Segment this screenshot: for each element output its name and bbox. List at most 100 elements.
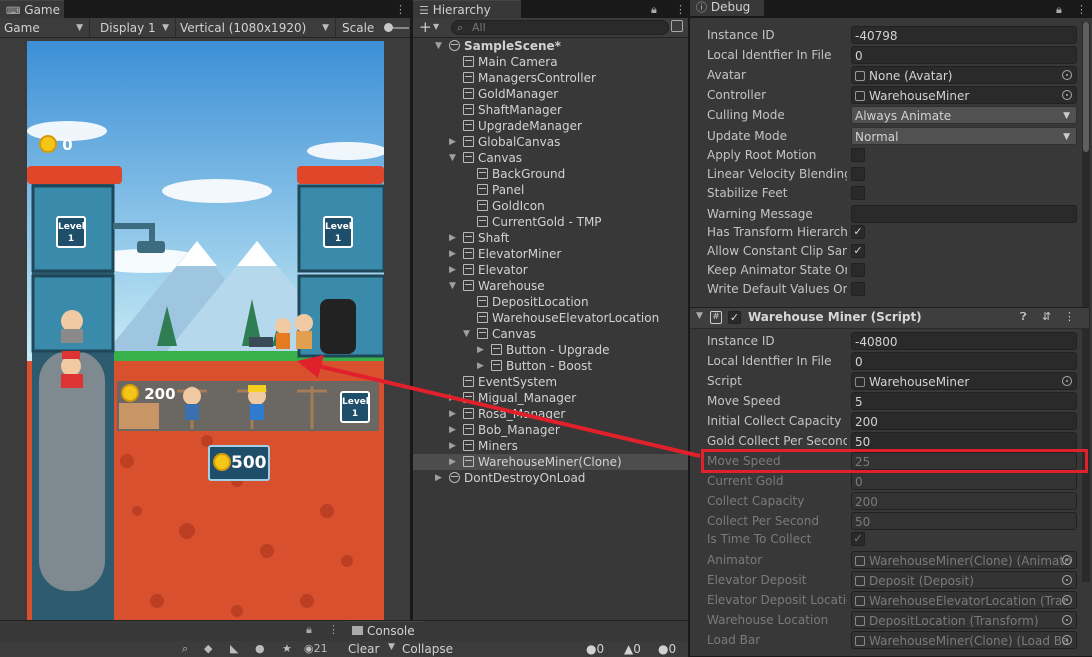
lock-icon[interactable]: 🔒︎ xyxy=(651,3,657,17)
foldout-closed-icon[interactable]: ▶ xyxy=(449,422,461,438)
foldout-open-icon[interactable]: ▼ xyxy=(449,278,461,294)
warning-icon[interactable]: ● xyxy=(255,642,265,655)
add-icon[interactable]: + xyxy=(419,18,432,36)
foldout-closed-icon[interactable]: ▶ xyxy=(449,454,461,470)
search-options-icon[interactable] xyxy=(671,20,683,32)
shaft-gold-amount[interactable]: 500 xyxy=(208,445,270,481)
hierarchy-item[interactable]: ▶ Bob_Manager xyxy=(413,422,688,438)
level-badge-elevator[interactable]: Level 1 xyxy=(56,216,86,248)
level-badge-warehouse[interactable]: Level 1 xyxy=(323,216,353,248)
hierarchy-item[interactable]: ▶ ElevatorMiner xyxy=(413,246,688,262)
field-dropdown[interactable]: Always Animate ▼ xyxy=(851,106,1077,124)
lock-icon[interactable]: 🔒︎ xyxy=(306,623,312,637)
kebab-menu-icon[interactable]: ⋮ xyxy=(395,3,406,16)
hierarchy-item[interactable]: ▶ WarehouseMiner(Clone) xyxy=(413,454,688,470)
filter-type-icon[interactable]: ◆ xyxy=(204,642,212,655)
hierarchy-item[interactable]: ▶ Migual_Manager xyxy=(413,390,688,406)
hierarchy-item[interactable]: UpgradeManager xyxy=(413,118,688,134)
field-object[interactable]: None (Avatar) xyxy=(851,66,1077,84)
hierarchy-item[interactable]: ▼ SampleScene* xyxy=(413,38,688,54)
hierarchy-item[interactable]: GoldManager xyxy=(413,86,688,102)
preset-icon[interactable]: ⇵ xyxy=(1042,310,1051,323)
field-checkbox[interactable] xyxy=(851,148,865,162)
field-object[interactable]: WarehouseElevatorLocation (Trar xyxy=(851,591,1077,609)
kebab-menu-icon[interactable]: ⋮ xyxy=(328,623,339,636)
object-picker-icon[interactable] xyxy=(1062,90,1072,100)
foldout-closed-icon[interactable]: ▶ xyxy=(435,470,447,486)
hierarchy-item[interactable]: Main Camera xyxy=(413,54,688,70)
game-mode-dropdown[interactable]: Game ▼ xyxy=(0,18,90,38)
field-object[interactable]: DepositLocation (Transform) xyxy=(851,611,1077,629)
foldout-open-icon[interactable]: ▼ xyxy=(435,38,447,54)
object-picker-icon[interactable] xyxy=(1062,575,1072,585)
scrollbar-thumb[interactable] xyxy=(1083,22,1089,152)
kebab-menu-icon[interactable]: ⋮ xyxy=(1076,3,1087,16)
field-object[interactable]: Deposit (Deposit) xyxy=(851,571,1077,589)
object-picker-icon[interactable] xyxy=(1062,595,1072,605)
field-value[interactable]: 50 xyxy=(851,512,1077,530)
object-picker-icon[interactable] xyxy=(1062,635,1072,645)
field-value[interactable]: -40798 xyxy=(851,26,1077,44)
warn-count[interactable]: ▲0 xyxy=(624,642,641,656)
visibility-count[interactable]: ◉21 xyxy=(304,642,328,655)
chevron-down-icon[interactable]: ▼ xyxy=(388,642,395,652)
collapse-button[interactable]: Collapse xyxy=(402,642,453,656)
hierarchy-item[interactable]: ▶ Rosa_Manager xyxy=(413,406,688,422)
foldout-closed-icon[interactable]: ▶ xyxy=(477,358,489,374)
field-checkbox[interactable] xyxy=(851,263,865,277)
kebab-menu-icon[interactable]: ⋮ xyxy=(675,3,686,16)
scale-control[interactable]: Scale xyxy=(338,18,410,38)
component-enabled-checkbox[interactable]: ✓ xyxy=(728,311,741,324)
foldout-closed-icon[interactable]: ▶ xyxy=(449,262,461,278)
field-object[interactable]: WarehouseMiner xyxy=(851,372,1077,390)
script-component-header[interactable]: ▼ # ✓ Warehouse Miner (Script) ❓︎ ⇵ ⋮ xyxy=(690,307,1089,329)
hierarchy-item[interactable]: BackGround xyxy=(413,166,688,182)
hierarchy-tab[interactable]: ☰ Hierarchy xyxy=(413,0,521,20)
display-dropdown[interactable]: Display 1 ▼ xyxy=(96,18,176,38)
chevron-down-icon[interactable]: ▼ xyxy=(433,22,439,31)
object-picker-icon[interactable] xyxy=(1062,376,1072,386)
field-value[interactable]: 5 xyxy=(851,392,1077,410)
clear-button[interactable]: Clear xyxy=(348,642,379,656)
field-checkbox[interactable]: ✓ xyxy=(851,225,865,239)
foldout-open-icon[interactable]: ▼ xyxy=(449,150,461,166)
hierarchy-item[interactable]: CurrentGold - TMP xyxy=(413,214,688,230)
field-checkbox[interactable] xyxy=(851,186,865,200)
foldout-open-icon[interactable]: ▼ xyxy=(463,326,475,342)
lock-icon[interactable]: 🔒︎ xyxy=(1056,3,1062,17)
foldout-closed-icon[interactable]: ▶ xyxy=(449,438,461,454)
field-checkbox[interactable]: ✓ xyxy=(851,532,865,546)
help-icon[interactable]: ❓︎ xyxy=(1020,310,1027,324)
resolution-dropdown[interactable]: Vertical (1080x1920) ▼ xyxy=(176,18,336,38)
hierarchy-item[interactable]: ▶ GlobalCanvas xyxy=(413,134,688,150)
foldout-closed-icon[interactable]: ▶ xyxy=(449,134,461,150)
hierarchy-item[interactable]: ▼ Warehouse xyxy=(413,278,688,294)
console-tab[interactable]: Console xyxy=(346,621,424,641)
object-picker-icon[interactable] xyxy=(1062,615,1072,625)
field-value[interactable]: 50 xyxy=(851,432,1077,450)
field-value[interactable]: 0 xyxy=(851,352,1077,370)
game-tab[interactable]: ⌨ Game xyxy=(0,0,64,20)
object-picker-icon[interactable] xyxy=(1062,555,1072,565)
hierarchy-search-field[interactable]: ⌕ All xyxy=(451,20,669,35)
field-object[interactable]: WarehouseMiner(Clone) (Load Ba xyxy=(851,631,1077,649)
field-value[interactable] xyxy=(851,205,1077,223)
hierarchy-item[interactable]: DepositLocation xyxy=(413,294,688,310)
error-count[interactable]: ●0 xyxy=(658,642,676,656)
hierarchy-item[interactable]: GoldIcon xyxy=(413,198,688,214)
field-object[interactable]: WarehouseMiner xyxy=(851,86,1077,104)
object-picker-icon[interactable] xyxy=(1062,70,1072,80)
field-value[interactable]: 200 xyxy=(851,412,1077,430)
field-value[interactable]: 200 xyxy=(851,492,1077,510)
hierarchy-item[interactable]: ▶ Button - Upgrade xyxy=(413,342,688,358)
log-count[interactable]: ●0 xyxy=(586,642,604,656)
hierarchy-item[interactable]: ▶ DontDestroyOnLoad xyxy=(413,470,688,486)
foldout-closed-icon[interactable]: ▶ xyxy=(449,390,461,406)
label-icon[interactable]: ◣ xyxy=(230,642,238,655)
hierarchy-item[interactable]: ▼ Canvas xyxy=(413,150,688,166)
scale-slider-knob[interactable] xyxy=(384,23,393,32)
hierarchy-item[interactable]: EventSystem xyxy=(413,374,688,390)
hierarchy-item[interactable]: ▶ Miners xyxy=(413,438,688,454)
field-dropdown[interactable]: Normal ▼ xyxy=(851,127,1077,145)
field-checkbox[interactable] xyxy=(851,167,865,181)
